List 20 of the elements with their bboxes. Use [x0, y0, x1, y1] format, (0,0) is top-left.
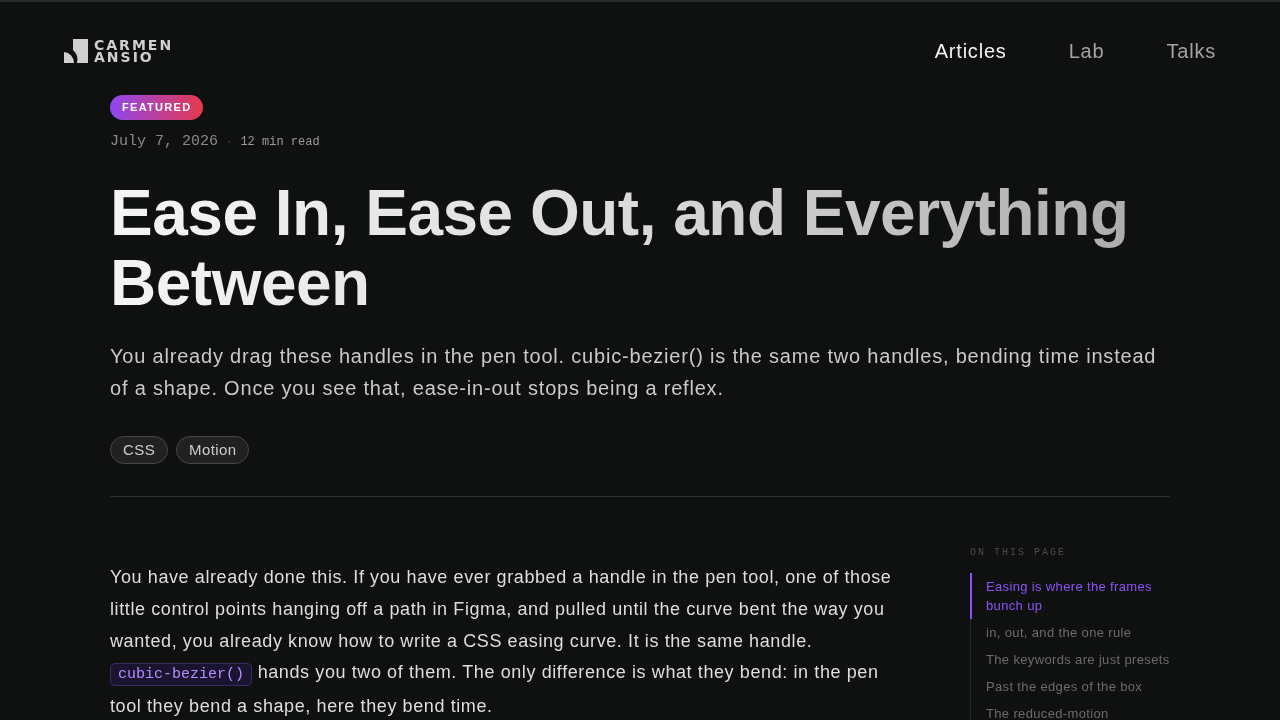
- toc-heading: ON THIS PAGE: [970, 546, 1067, 560]
- nav-link[interactable]: Talks: [1166, 36, 1216, 66]
- reading-time: 12 min read: [240, 134, 320, 151]
- toc-link[interactable]: Past the edges of the box: [970, 673, 1182, 700]
- nav-link[interactable]: Articles: [934, 36, 1007, 66]
- toc-link[interactable]: The reduced-motion: [970, 700, 1182, 720]
- separator-dot: ·: [227, 132, 232, 150]
- article-lead: You already drag these handles in the pen tool. cubic-bezier() is the same two handles, bending time instead of a shape. Once you see that, ease-in-out stops being a reflex.: [110, 344, 1158, 401]
- toc-link[interactable]: in, out, and the one rule: [970, 619, 1182, 646]
- nav-link[interactable]: Lab: [1068, 36, 1105, 66]
- tag-chip[interactable]: CSS: [110, 436, 169, 464]
- body-paragraph: You have already done this. If you have ever grabbed a handle in the pen tool, one of those little control points hanging off a path in Figma, and pulled until the curve bent the way you wanted, you already know how to write a CSS easing curve. It is the same handle. cubic-bezier() hands you two of them. The only difference is what they bend: in the pen tool they bend a shape, here they bend time.: [110, 566, 893, 718]
- toc-link[interactable]: Easing is where the frames bunch up: [970, 573, 1182, 619]
- logo-link[interactable]: CARMEN ANSIO: [64, 38, 174, 64]
- featured-badge: FEATURED: [110, 95, 204, 120]
- tag-chip[interactable]: Motion: [176, 436, 250, 464]
- logo-icon: [64, 39, 88, 63]
- toc-link[interactable]: The keywords are just presets: [970, 646, 1182, 673]
- publish-date: July 7, 2026: [110, 132, 219, 152]
- inline-code: cubic-bezier(): [110, 663, 253, 687]
